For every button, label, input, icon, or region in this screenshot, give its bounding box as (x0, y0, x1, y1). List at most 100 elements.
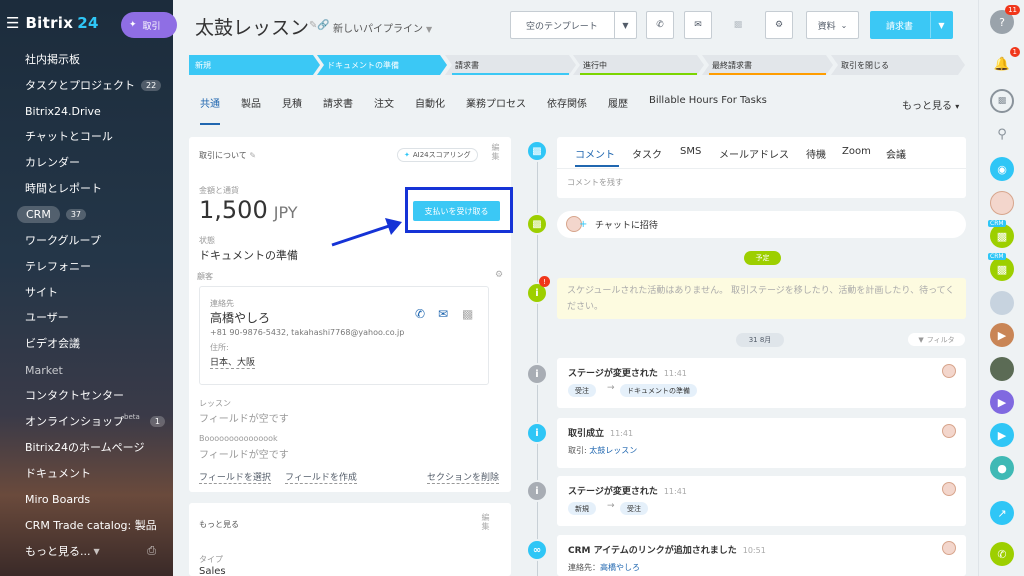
help-icon[interactable]: ? 11 (990, 5, 1020, 34)
tab-history[interactable]: 履歴 (608, 95, 628, 115)
sidebar-item-sites[interactable]: サイト (0, 281, 173, 303)
chat-icon[interactable]: ▩ (462, 307, 473, 321)
tab-orders[interactable]: 注文 (374, 95, 394, 115)
sidebar-item-homepage[interactable]: Bitrix24のホームページ (0, 436, 173, 458)
phone-icon[interactable]: ✆ (990, 542, 1014, 566)
deal-link[interactable]: 太鼓レッスン (589, 446, 637, 455)
logo[interactable]: Bitrix 24 (25, 14, 98, 32)
sidebar-item-telephony[interactable]: テレフォニー (0, 255, 173, 277)
sidebar-item-market[interactable]: Market (0, 359, 173, 381)
stage-final-invoice[interactable]: 最終請求書 (702, 55, 833, 75)
video-call-icon[interactable]: ▶ (990, 390, 1014, 414)
call-button[interactable]: ✆ (646, 11, 674, 39)
pipeline-selector[interactable]: 新しいパイプライン ▼ (333, 20, 432, 35)
mail-icon[interactable]: ✉ (438, 307, 448, 321)
copilot-button[interactable]: ✦ 取引 (121, 12, 177, 38)
field-book-value[interactable]: フィールドが空です (199, 446, 289, 461)
contact-name[interactable]: 高橋やしろ (210, 309, 270, 326)
gear-icon[interactable]: ⚙ (495, 270, 503, 280)
group-icon[interactable]: ● (990, 456, 1014, 480)
video-call-icon[interactable]: ▶ (990, 423, 1014, 447)
tab-meeting[interactable]: 会議 (886, 146, 906, 161)
email-button[interactable]: ✉ (684, 11, 712, 39)
chat-invite-row[interactable]: チャットに招待 (557, 211, 966, 238)
edit-pencil-icon[interactable]: ✎🔗 (309, 20, 330, 31)
sidebar-item-crm[interactable]: CRM 37 (0, 203, 173, 225)
stage-close-deal[interactable]: 取引を閉じる (831, 55, 965, 75)
contact-phone-email: +81 90-9876-5432, takahashi7768@yahoo.co… (210, 328, 405, 337)
field-lesson-value[interactable]: フィールドが空です (199, 410, 289, 425)
sidebar-item-more[interactable]: もっと見る... ▼ ⎙ (0, 540, 173, 562)
select-field-link[interactable]: フィールドを選択 (199, 470, 271, 484)
deal-edit-link[interactable]: 編集 (490, 143, 501, 161)
bell-icon[interactable]: 🔔 1 (990, 47, 1020, 76)
tab-sms[interactable]: SMS (680, 146, 701, 157)
messenger-icon[interactable]: ▩ (990, 89, 1014, 113)
stage-new[interactable]: 新規 (189, 55, 320, 75)
chat-button[interactable]: ▩ (722, 11, 754, 39)
delete-section-link[interactable]: セクションを削除 (427, 470, 500, 484)
crm-chat-icon[interactable]: CRM ▩ (988, 253, 1014, 281)
planned-badge: 予定 (744, 251, 781, 265)
lock-icon[interactable]: ◉ (990, 157, 1014, 181)
create-field-link[interactable]: フィールドを作成 (285, 470, 357, 484)
sidebar-item-chat[interactable]: チャットとコール (0, 125, 173, 147)
tab-zoom[interactable]: Zoom (842, 146, 871, 157)
filter-button[interactable]: ▼ フィルタ (908, 333, 965, 346)
avatar[interactable] (990, 291, 1014, 315)
sparkle-icon: ✦ (129, 20, 137, 30)
sidebar-item-tasks[interactable]: タスクとプロジェクト 22 (0, 74, 173, 96)
avatar[interactable] (990, 357, 1014, 381)
comment-input[interactable]: コメントを残す (567, 177, 623, 188)
tab-billable-hours[interactable]: Billable Hours For Tasks (649, 95, 767, 115)
documents-button[interactable]: 資料 ⌄ (806, 11, 859, 39)
crm-chat-icon[interactable]: CRM ▩ (988, 220, 1014, 248)
settings-button[interactable]: ⚙ (765, 11, 793, 39)
sidebar-item-time-reports[interactable]: 時間とレポート (0, 177, 173, 199)
tab-dependencies[interactable]: 依存関係 (547, 95, 587, 115)
search-icon[interactable]: ⚲ (990, 122, 1014, 146)
receive-payment-button[interactable]: 支払いを受け取る (413, 201, 500, 221)
sidebar-item-users[interactable]: ユーザー (0, 306, 173, 328)
tab-email[interactable]: メールアドレス (719, 146, 789, 161)
contact-link[interactable]: 高橋やしろ (600, 563, 640, 572)
ai-scoring-button[interactable]: ✦ AI24スコアリング (397, 148, 478, 162)
tab-workflows[interactable]: 業務プロセス (466, 95, 526, 115)
tab-general[interactable]: 共通 (200, 95, 220, 125)
sidebar-item-documents[interactable]: ドキュメント (0, 462, 173, 484)
sidebar-item-trade-catalog[interactable]: CRM Trade catalog: 製品 (0, 514, 173, 536)
tabs-more-button[interactable]: もっと見る ▾ (902, 97, 959, 112)
template-select-button[interactable]: 空のテンプレート ▼ (510, 11, 637, 39)
tab-quotes[interactable]: 見積 (282, 95, 302, 115)
sidebar-item-calendar[interactable]: カレンダー (0, 151, 173, 173)
sidebar-item-drive[interactable]: Bitrix24.Drive (0, 100, 173, 122)
avatar[interactable] (990, 191, 1014, 215)
chevron-down-icon[interactable]: ▼ (614, 12, 636, 38)
tab-task[interactable]: タスク (632, 146, 662, 161)
sidebar-item-video[interactable]: ビデオ会議 (0, 332, 173, 354)
printer-icon[interactable]: ⎙ (147, 544, 156, 558)
sidebar-item-contact-center[interactable]: コンタクトセンター (0, 384, 173, 406)
tab-products[interactable]: 製品 (241, 95, 261, 115)
menu-icon[interactable]: ☰ (6, 14, 19, 32)
edit-pencil-icon[interactable]: ✎ (249, 151, 256, 160)
invoice-button[interactable]: 請求書 ▼ (870, 11, 953, 39)
tab-automation[interactable]: 自動化 (415, 95, 445, 115)
share-icon[interactable]: ↗ (990, 501, 1014, 525)
tab-comment[interactable]: コメント (575, 146, 615, 161)
tab-invoices[interactable]: 請求書 (323, 95, 353, 115)
tab-wait[interactable]: 待機 (806, 146, 826, 161)
sidebar-item-miro[interactable]: Miro Boards (0, 488, 173, 510)
phone-icon[interactable]: ✆ (415, 307, 425, 321)
stage-invoice[interactable]: 請求書 (445, 55, 576, 75)
stage-doc-prep[interactable]: ドキュメントの準備 (317, 55, 447, 75)
chat-icon: ▩ (526, 213, 548, 235)
divider (557, 168, 966, 169)
stage-in-progress[interactable]: 進行中 (573, 55, 704, 75)
more-edit-link[interactable]: 編集 (480, 513, 491, 531)
chevron-down-icon[interactable]: ▼ (930, 12, 952, 38)
sidebar-item-online-shop[interactable]: オンラインショップ beta 1 (0, 410, 173, 432)
sidebar-item-bulletin[interactable]: 社内掲示板 (0, 48, 173, 70)
video-icon[interactable]: ▶ (990, 323, 1014, 347)
sidebar-item-workgroups[interactable]: ワークグループ (0, 229, 173, 251)
